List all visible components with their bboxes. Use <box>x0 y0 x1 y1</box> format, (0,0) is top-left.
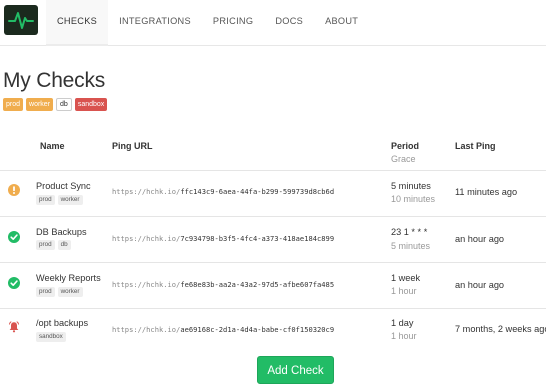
check-period[interactable]: 1 week <box>391 273 420 283</box>
check-name[interactable]: Product Sync <box>36 181 91 191</box>
ping-url[interactable]: https://hchk.io/7c934798-b3f5-4fc4-a373-… <box>112 234 334 243</box>
check-tag: prod <box>36 195 55 205</box>
check-period[interactable]: 5 minutes <box>391 181 431 191</box>
check-last-ping[interactable]: 7 months, 2 weeks ago <box>455 324 546 334</box>
ping-url-code: 7c934798-b3f5-4fc4-a373-418ae184c899 <box>180 234 335 243</box>
exclamation-circle-icon <box>8 184 20 196</box>
nav-pricing[interactable]: PRICING <box>202 0 264 46</box>
check-name[interactable]: /opt backups <box>36 318 88 328</box>
column-header-period: Period <box>391 141 420 151</box>
check-circle-icon <box>8 231 20 243</box>
check-tags: prod db <box>36 240 71 250</box>
check-grace[interactable]: 1 hour <box>391 331 417 341</box>
check-tag: worker <box>57 195 83 205</box>
table-header-divider <box>0 170 546 171</box>
row-divider <box>0 216 546 217</box>
ping-url-prefix: https://hchk.io/ <box>112 280 181 289</box>
main-nav: CHECKS INTEGRATIONS PRICING DOCS ABOUT <box>46 0 369 46</box>
bell-alert-icon <box>8 321 20 333</box>
tag-filter-prod[interactable]: prod <box>3 98 24 111</box>
ping-url-code: fe68e83b-aa2a-43a2-97d5-afbe607fa485 <box>180 280 335 289</box>
check-tags: sandbox <box>36 332 66 342</box>
ping-url-prefix: https://hchk.io/ <box>112 234 181 243</box>
top-navbar: CHECKS INTEGRATIONS PRICING DOCS ABOUT <box>0 0 546 46</box>
check-last-ping[interactable]: an hour ago <box>455 280 504 290</box>
column-header-name: Name <box>40 141 65 151</box>
row-divider <box>0 262 546 263</box>
check-last-ping[interactable]: 11 minutes ago <box>455 187 517 197</box>
check-period[interactable]: 1 day <box>391 318 413 328</box>
tag-filter-worker[interactable]: worker <box>26 98 54 111</box>
check-tags: prod worker <box>36 287 83 297</box>
ping-url-code: ae69168c-2d1a-4d4a-babe-cf0f150320c9 <box>180 325 335 334</box>
check-tag: prod <box>36 240 55 250</box>
ping-url[interactable]: https://hchk.io/ffc143c9-6aea-44fa-b299-… <box>112 187 334 196</box>
nav-checks[interactable]: CHECKS <box>46 0 109 46</box>
check-name[interactable]: DB Backups <box>36 227 87 237</box>
ping-url-prefix: https://hchk.io/ <box>112 187 181 196</box>
ping-url[interactable]: https://hchk.io/fe68e83b-aa2a-43a2-97d5-… <box>112 280 334 289</box>
tag-filter-bar: prod worker db sandbox <box>3 98 108 111</box>
ping-url[interactable]: https://hchk.io/ae69168c-2d1a-4d4a-babe-… <box>112 325 334 334</box>
add-check-button[interactable]: Add Check <box>257 356 334 384</box>
check-period[interactable]: 23 1 * * * <box>391 227 427 237</box>
check-tag: db <box>57 240 71 250</box>
ping-url-prefix: https://hchk.io/ <box>112 325 181 334</box>
tag-filter-sandbox[interactable]: sandbox <box>74 98 108 111</box>
nav-about[interactable]: ABOUT <box>314 0 369 46</box>
check-last-ping[interactable]: an hour ago <box>455 234 504 244</box>
check-name[interactable]: Weekly Reports <box>36 273 101 283</box>
nav-integrations[interactable]: INTEGRATIONS <box>108 0 202 46</box>
page-title: My Checks <box>3 69 106 92</box>
tag-filter-db[interactable]: db <box>56 98 72 111</box>
column-header-ping-url: Ping URL <box>112 141 153 151</box>
check-tag: worker <box>57 287 83 297</box>
check-circle-icon <box>8 277 20 289</box>
check-grace[interactable]: 1 hour <box>391 286 417 296</box>
pulse-logo-icon[interactable] <box>4 5 38 35</box>
check-grace[interactable]: 5 minutes <box>391 241 430 251</box>
check-tags: prod worker <box>36 195 83 205</box>
nav-docs[interactable]: DOCS <box>264 0 314 46</box>
column-header-last-ping: Last Ping <box>455 141 496 151</box>
check-tag: prod <box>36 287 55 297</box>
column-header-grace: Grace <box>391 154 416 164</box>
check-grace[interactable]: 10 minutes <box>391 194 435 204</box>
row-divider <box>0 308 546 309</box>
ping-url-code: ffc143c9-6aea-44fa-b299-599739d8cb6d <box>180 187 335 196</box>
check-tag: sandbox <box>36 332 66 342</box>
